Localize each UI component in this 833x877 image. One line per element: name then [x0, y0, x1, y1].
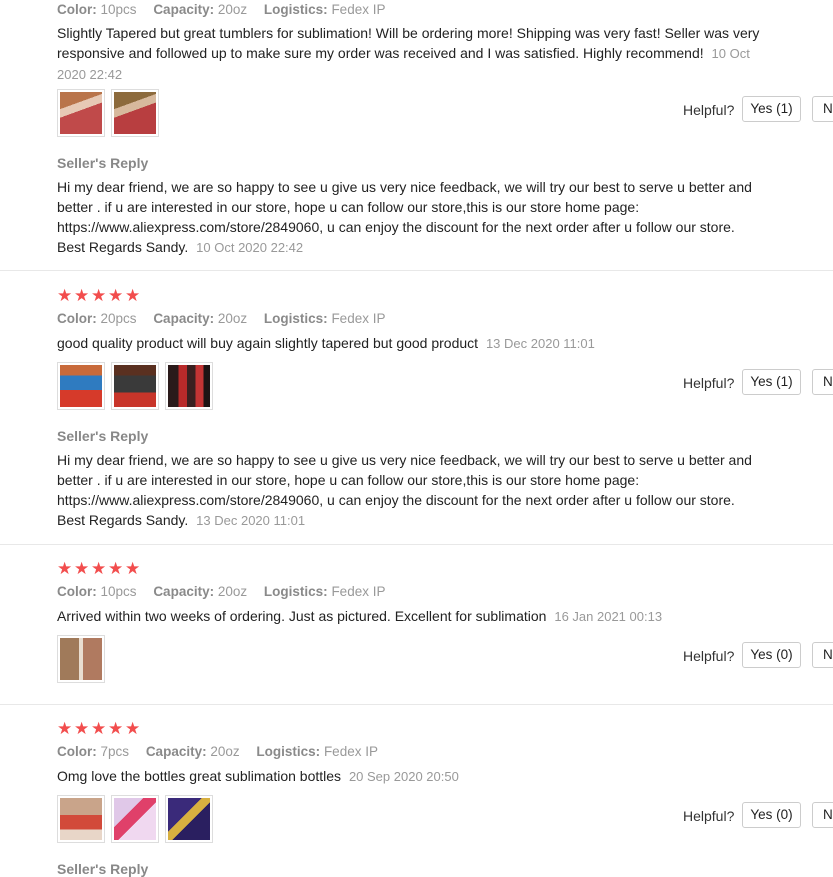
- capacity-label: Capacity:: [145, 744, 207, 759]
- review-4-photos: [57, 795, 213, 843]
- capacity-value: 20oz: [217, 2, 248, 17]
- color-label: Color:: [57, 2, 97, 17]
- color-value: 20pcs: [100, 311, 137, 326]
- review-photo[interactable]: [111, 89, 159, 137]
- capacity-label: Capacity:: [153, 311, 215, 326]
- sellers-reply-title: Seller's Reply: [57, 861, 149, 877]
- star-icon: ★: [108, 719, 124, 738]
- star-icon: ★: [125, 719, 141, 738]
- star-icon: ★: [108, 286, 124, 305]
- review-photo[interactable]: [165, 362, 213, 410]
- review-2-text: good quality product will buy again slig…: [57, 333, 777, 354]
- logistics-label: Logistics:: [256, 744, 321, 759]
- review-3-properties: Color: 10pcs Capacity: 20oz Logistics: F…: [57, 583, 398, 601]
- star-icon: ★: [57, 719, 73, 738]
- helpful-yes-button[interactable]: Yes (1): [742, 96, 801, 122]
- review-1-text: Slightly Tapered but great tumblers for …: [57, 23, 777, 85]
- star-icon: ★: [74, 559, 90, 578]
- review-date: 20 Sep 2020 20:50: [348, 769, 459, 784]
- logistics-value: Fedex IP: [323, 744, 378, 759]
- star-icon: ★: [57, 286, 73, 305]
- color-value: 10pcs: [100, 2, 137, 17]
- color-value: 7pcs: [100, 744, 130, 759]
- review-date: 16 Jan 2021 00:13: [554, 609, 663, 624]
- review-photo[interactable]: [165, 795, 213, 843]
- star-icon: ★: [74, 719, 90, 738]
- review-divider: [0, 544, 833, 545]
- helpful-no-button[interactable]: N: [812, 802, 833, 828]
- review-1-photos: [57, 89, 159, 137]
- helpful-yes-button[interactable]: Yes (0): [742, 642, 801, 668]
- rating-stars: ★ ★ ★ ★ ★: [57, 559, 141, 578]
- capacity-value: 20oz: [217, 311, 248, 326]
- review-divider: [0, 270, 833, 271]
- star-icon: ★: [91, 559, 107, 578]
- color-label: Color:: [57, 744, 97, 759]
- logistics-label: Logistics:: [263, 2, 328, 17]
- review-photo[interactable]: [57, 89, 105, 137]
- star-icon: ★: [125, 286, 141, 305]
- review-photo[interactable]: [57, 362, 105, 410]
- review-divider: [0, 704, 833, 705]
- review-3-photos: [57, 635, 105, 683]
- sellers-reply-title: Seller's Reply: [57, 155, 149, 171]
- helpful-yes-button[interactable]: Yes (0): [742, 802, 801, 828]
- color-label: Color:: [57, 584, 97, 599]
- sellers-reply: Hi my dear friend, we are so happy to se…: [57, 450, 757, 531]
- capacity-label: Capacity:: [153, 584, 215, 599]
- sellers-reply-title: Seller's Reply: [57, 428, 149, 444]
- reply-text: Hi my dear friend, we are so happy to se…: [57, 452, 752, 528]
- review-2-properties: Color: 20pcs Capacity: 20oz Logistics: F…: [57, 310, 398, 328]
- helpful-label: Helpful?: [683, 648, 735, 664]
- review-3-text: Arrived within two weeks of ordering. Ju…: [57, 606, 777, 627]
- logistics-label: Logistics:: [263, 311, 328, 326]
- reply-date: 10 Oct 2020 22:42: [196, 240, 304, 255]
- capacity-value: 20oz: [210, 744, 240, 759]
- helpful-no-button[interactable]: N: [812, 369, 833, 395]
- sellers-reply: Hi my dear friend, we are so happy to se…: [57, 177, 757, 258]
- review-text: Arrived within two weeks of ordering. Ju…: [57, 608, 547, 624]
- review-photo[interactable]: [111, 795, 159, 843]
- review-text: good quality product will buy again slig…: [57, 335, 479, 351]
- review-4-text: Omg love the bottles great sublimation b…: [57, 766, 777, 787]
- logistics-value: Fedex IP: [331, 2, 386, 17]
- review-4-properties: Color: 7pcs Capacity: 20oz Logistics: Fe…: [57, 743, 391, 761]
- helpful-label: Helpful?: [683, 808, 735, 824]
- review-text: Slightly Tapered but great tumblers for …: [57, 25, 760, 61]
- review-text: Omg love the bottles great sublimation b…: [57, 768, 342, 784]
- capacity-label: Capacity:: [153, 2, 215, 17]
- rating-stars: ★ ★ ★ ★ ★: [57, 286, 141, 305]
- capacity-value: 20oz: [217, 584, 248, 599]
- reply-date: 13 Dec 2020 11:01: [196, 513, 306, 528]
- rating-stars: ★ ★ ★ ★ ★: [57, 719, 141, 738]
- star-icon: ★: [74, 286, 90, 305]
- review-photo[interactable]: [111, 362, 159, 410]
- helpful-label: Helpful?: [683, 375, 735, 391]
- color-label: Color:: [57, 311, 97, 326]
- helpful-no-button[interactable]: N: [812, 96, 833, 122]
- review-date: 13 Dec 2020 11:01: [485, 336, 595, 351]
- review-photo[interactable]: [57, 795, 105, 843]
- star-icon: ★: [108, 559, 124, 578]
- helpful-yes-button[interactable]: Yes (1): [742, 369, 801, 395]
- reply-text: Hi my dear friend, we are so happy to se…: [57, 179, 752, 255]
- helpful-no-button[interactable]: N: [812, 642, 833, 668]
- star-icon: ★: [125, 559, 141, 578]
- logistics-value: Fedex IP: [331, 584, 386, 599]
- star-icon: ★: [57, 559, 73, 578]
- star-icon: ★: [91, 286, 107, 305]
- star-icon: ★: [91, 719, 107, 738]
- logistics-value: Fedex IP: [331, 311, 386, 326]
- review-photo[interactable]: [57, 635, 105, 683]
- review-1-properties: Color: 10pcs Capacity: 20oz Logistics: F…: [57, 1, 398, 19]
- color-value: 10pcs: [100, 584, 137, 599]
- helpful-label: Helpful?: [683, 102, 735, 118]
- logistics-label: Logistics:: [263, 584, 328, 599]
- review-2-photos: [57, 362, 213, 410]
